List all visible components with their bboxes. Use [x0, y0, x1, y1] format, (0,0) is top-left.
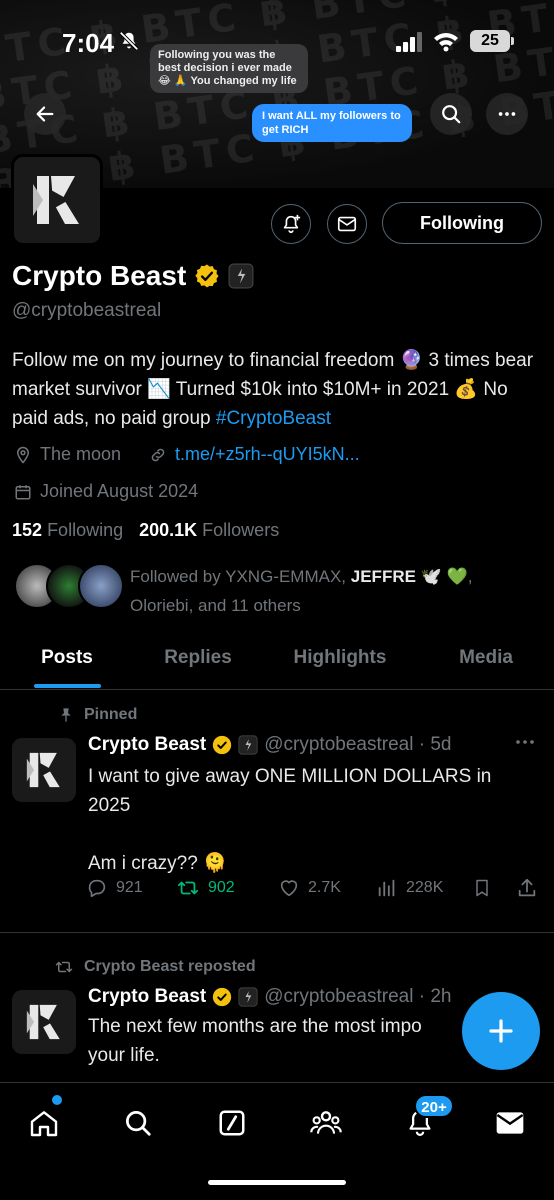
crypto-beast-logo-icon	[26, 752, 60, 788]
verified-badge-icon[interactable]	[194, 263, 220, 289]
followers-count-link[interactable]: 200.1K Followers	[139, 520, 279, 541]
home-indicator-bar[interactable]	[208, 1180, 346, 1185]
verified-badge-icon	[213, 987, 232, 1007]
more-horizontal-icon	[516, 740, 534, 744]
post-avatar[interactable]	[12, 990, 76, 1054]
following-count-link[interactable]: 152 Following	[12, 520, 123, 541]
avatar	[78, 563, 124, 609]
post-avatar[interactable]	[12, 738, 76, 802]
notifications-badge: 20+	[414, 1094, 454, 1118]
reply-icon	[88, 879, 106, 898]
display-name: Crypto Beast	[12, 260, 187, 291]
plus-icon	[489, 1019, 513, 1043]
bookmark-button[interactable]	[472, 877, 492, 899]
verified-badge-icon	[213, 735, 232, 755]
battery-indicator: 25	[470, 30, 514, 52]
name-row: Crypto Beast	[12, 260, 254, 292]
envelope-icon	[337, 216, 357, 232]
tab-highlights[interactable]: Highlights	[262, 640, 418, 689]
link-icon	[151, 448, 165, 461]
like-button[interactable]: 2.7K	[278, 877, 341, 899]
post-handle-time: @cryptobeastreal · 5d	[264, 734, 452, 755]
post-divider	[0, 932, 554, 933]
followed-by-text[interactable]: Followed by YXNG-EMMAX, JEFFRE 🕊️ 💚, Olo…	[130, 562, 530, 620]
profile-handle: @cryptobeastreal	[12, 300, 162, 321]
notify-button[interactable]	[271, 204, 311, 244]
affiliate-badge-icon	[238, 987, 258, 1007]
joined-row: Joined August 2024	[14, 481, 198, 502]
calendar-icon	[15, 484, 31, 499]
home-new-indicator	[52, 1095, 62, 1105]
search-button[interactable]	[430, 93, 472, 135]
communities-icon	[310, 1111, 342, 1134]
pin-icon	[61, 708, 71, 722]
location-pin-icon	[16, 446, 30, 464]
nav-home[interactable]	[24, 1103, 64, 1143]
search-icon	[126, 1111, 151, 1136]
heart-icon	[280, 880, 298, 897]
nav-search[interactable]	[118, 1103, 158, 1143]
post-text: The next few months are the most impo yo…	[88, 1016, 422, 1066]
share-icon	[518, 878, 536, 897]
post-actions: 921 902 2.7K 228K	[86, 877, 542, 907]
tab-media[interactable]: Media	[418, 640, 554, 689]
post-more-button[interactable]	[510, 732, 540, 758]
following-button[interactable]: Following	[382, 202, 542, 244]
profile-avatar[interactable]	[11, 154, 103, 246]
wifi-icon	[434, 33, 458, 52]
repost-button[interactable]: 902	[176, 877, 235, 899]
tab-posts[interactable]: Posts	[0, 640, 134, 689]
profile-link[interactable]: t.me/+z5rh--qUYI5kN...	[175, 444, 360, 465]
crypto-beast-logo-icon	[26, 1004, 60, 1040]
post-text: I want to give away ONE MILLION DOLLARS …	[88, 766, 492, 874]
active-tab-indicator	[34, 684, 101, 688]
cellular-signal-icon	[396, 32, 422, 52]
post-header: Crypto Beast @cryptobeastreal · 2h	[88, 986, 488, 1008]
follow-stats: 152 Following 200.1K Followers	[12, 520, 279, 541]
banner-chat-bubble-blue: I want ALL my followers to get RICH	[252, 104, 412, 142]
share-button[interactable]	[516, 877, 538, 899]
pinned-label: Pinned	[58, 706, 137, 724]
bell-plus-icon	[283, 214, 301, 234]
post-handle-time: @cryptobeastreal · 2h	[264, 986, 452, 1007]
bell-off-icon	[119, 31, 139, 51]
grok-icon	[219, 1110, 245, 1136]
bio-hashtag-link[interactable]: #CryptoBeast	[216, 408, 331, 429]
reply-button[interactable]: 921	[86, 877, 143, 899]
repost-icon	[55, 961, 73, 973]
nav-grok[interactable]	[212, 1103, 252, 1143]
followed-by-avatars[interactable]	[14, 563, 124, 609]
post-header: Crypto Beast @cryptobeastreal · 5d	[88, 734, 451, 756]
views-button[interactable]: 228K	[376, 877, 443, 899]
back-button[interactable]	[24, 93, 66, 135]
message-button[interactable]	[327, 204, 367, 244]
affiliate-badge-icon	[238, 735, 258, 755]
post-author-name[interactable]: Crypto Beast	[88, 734, 206, 756]
more-horizontal-icon	[498, 112, 516, 116]
location-text: The moon	[40, 444, 122, 464]
profile-meta-row: The moon t.me/+z5rh--qUYI5kN...	[14, 444, 360, 465]
arrow-left-icon	[36, 106, 54, 122]
more-options-button[interactable]	[486, 93, 528, 135]
affiliate-badge-icon[interactable]	[228, 263, 254, 289]
profile-bio: Follow me on my journey to financial fre…	[12, 346, 542, 433]
repost-icon	[177, 881, 199, 895]
compose-post-button[interactable]	[462, 992, 540, 1070]
status-time: 7:04	[62, 28, 115, 58]
tab-replies[interactable]: Replies	[134, 640, 262, 689]
repost-label: Crypto Beast reposted	[54, 958, 256, 976]
banner-chat-bubble-grey: Following you was the best decision i ev…	[150, 44, 308, 93]
joined-text: Joined August 2024	[40, 481, 199, 501]
mail-icon	[496, 1112, 524, 1134]
post-author-name[interactable]: Crypto Beast	[88, 986, 206, 1008]
nav-messages[interactable]	[490, 1103, 530, 1143]
profile-tabs: Posts Replies Highlights Media	[0, 640, 554, 690]
home-icon	[30, 1111, 58, 1137]
crypto-beast-logo-icon	[33, 176, 79, 224]
bar-chart-icon	[378, 879, 395, 897]
bookmark-icon	[476, 879, 488, 897]
search-icon	[442, 105, 461, 124]
nav-communities[interactable]	[306, 1103, 346, 1143]
